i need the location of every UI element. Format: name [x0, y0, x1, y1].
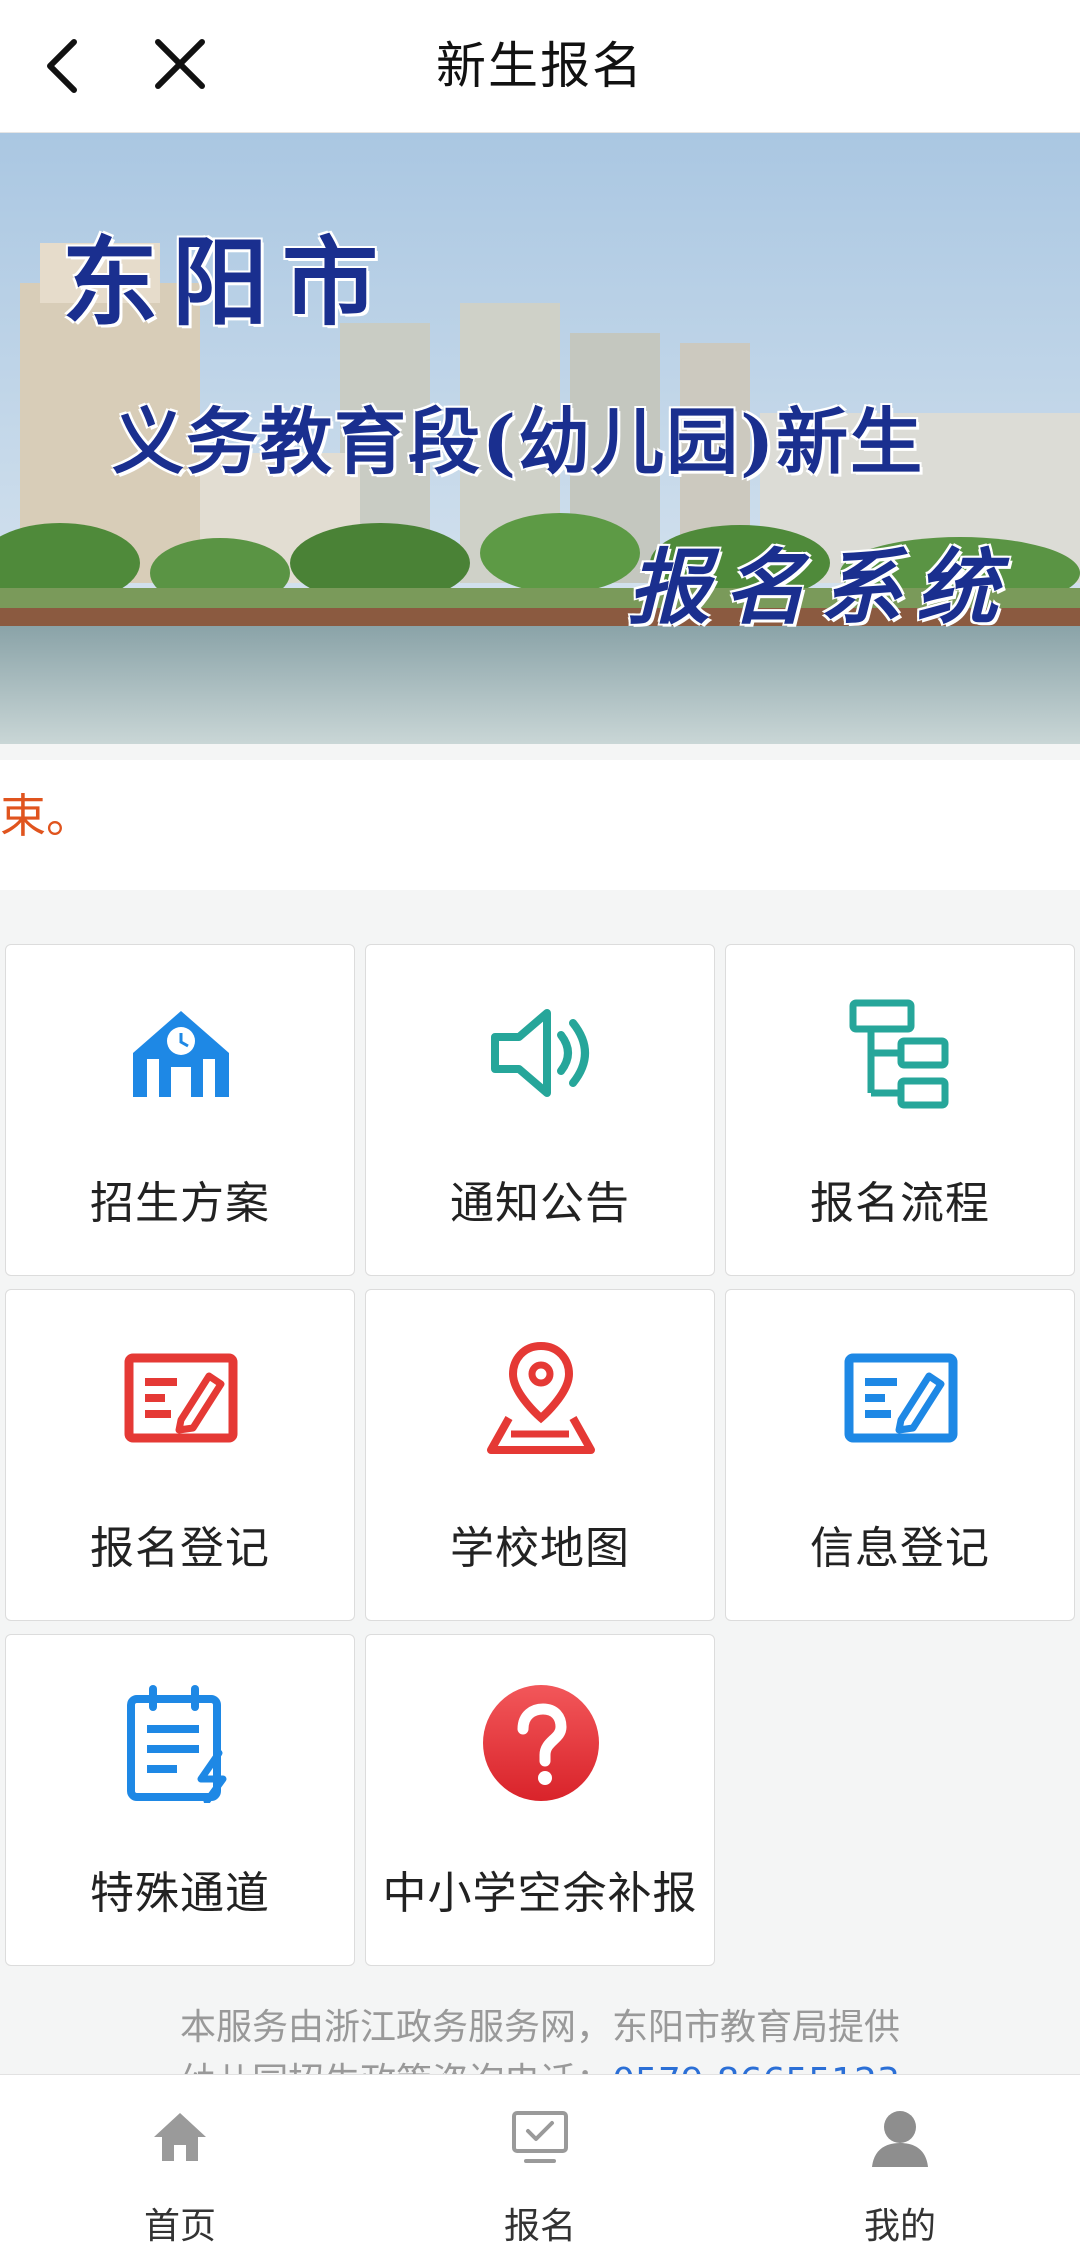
flowchart-icon — [841, 993, 961, 1113]
menu-item-label: 报名登记 — [90, 1523, 270, 1574]
banner-system-title: 报名系统 — [628, 540, 1012, 636]
menu-item-registration-process[interactable]: 报名流程 — [725, 944, 1075, 1276]
menu-item-registration[interactable]: 报名登记 — [5, 1289, 355, 1621]
map-pin-icon — [481, 1338, 601, 1458]
menu-item-label: 中小学空余补报 — [382, 1868, 698, 1919]
school-building-icon — [121, 993, 241, 1113]
page-title: 新生报名 — [436, 37, 644, 95]
edit-form-icon — [121, 1338, 241, 1458]
menu-item-label: 通知公告 — [450, 1178, 630, 1229]
menu-item-special-channel[interactable]: 特殊通道 — [5, 1634, 355, 1966]
menu-item-announcements[interactable]: 通知公告 — [365, 944, 715, 1276]
question-icon — [481, 1683, 601, 1803]
menu-item-label: 信息登记 — [810, 1523, 990, 1574]
tab-mine[interactable]: 我的 — [720, 2075, 1080, 2265]
speaker-icon — [481, 993, 601, 1113]
consult-phone-note: 幼儿园招生政策咨询电话：0579-86655123 — [0, 2056, 1080, 2074]
menu-item-label: 特殊通道 — [90, 1868, 270, 1919]
clipboard-bolt-icon — [121, 1683, 241, 1805]
tab-label: 首页 — [143, 2206, 216, 2247]
service-provider-note: 本服务由浙江政务服务网，东阳市教育局提供 — [179, 2007, 900, 2048]
tab-home[interactable]: 首页 — [0, 2075, 360, 2265]
menu-item-label: 报名流程 — [810, 1178, 990, 1229]
menu-item-info-registration[interactable]: 信息登记 — [725, 1289, 1075, 1621]
tab-label: 报名 — [503, 2206, 576, 2247]
consult-phone-prefix: 幼儿园招生政策咨询电话： — [180, 2061, 612, 2074]
user-icon — [870, 2107, 930, 2167]
banner-image: 东阳市 义务教育段(幼儿园)新生 报名系统 — [0, 133, 1080, 744]
top-navigation-bar: 新生报名 — [0, 0, 1080, 133]
menu-item-vacancy-supplement[interactable]: 中小学空余补报 — [365, 1634, 715, 1966]
edit-form-icon — [841, 1338, 961, 1458]
home-icon — [150, 2107, 210, 2167]
tab-label: 我的 — [863, 2206, 936, 2247]
banner-subtitle: 义务教育段(幼儿园)新生 — [112, 399, 925, 484]
menu-item-enrollment-plan[interactable]: 招生方案 — [5, 944, 355, 1276]
notice-bar: 束。 — [0, 760, 1080, 890]
tab-register[interactable]: 报名 — [360, 2075, 720, 2265]
banner-city-title: 东阳市 — [62, 227, 392, 339]
consult-phone-link[interactable]: 0579-86655123 — [612, 2061, 900, 2074]
notice-text: 束。 — [0, 789, 92, 843]
menu-item-label: 招生方案 — [90, 1178, 270, 1229]
monitor-check-icon — [510, 2107, 570, 2167]
bottom-tab-bar: 首页 报名 我的 — [0, 2074, 1080, 2265]
menu-item-label: 学校地图 — [450, 1523, 630, 1574]
menu-item-school-map[interactable]: 学校地图 — [365, 1289, 715, 1621]
